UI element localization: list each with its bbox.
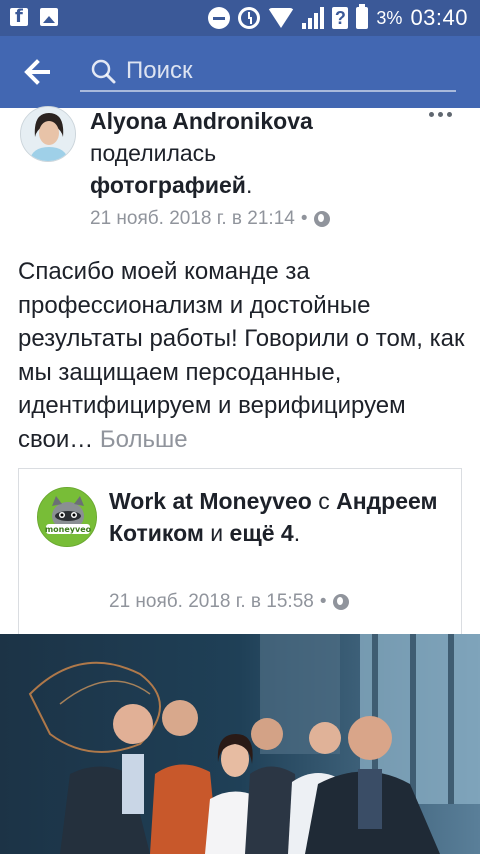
post-meta: 21 нояб. 2018 г. в 21:14 • (90, 208, 330, 230)
team-photo (0, 634, 480, 854)
search-input[interactable] (126, 52, 446, 90)
avatar-photo (21, 107, 75, 161)
post-options-button[interactable] (429, 112, 452, 117)
status-bar: ? 3% 03:40 (0, 0, 480, 36)
author-avatar[interactable] (20, 106, 76, 162)
globe-icon (313, 211, 330, 227)
alarm-icon (238, 7, 261, 29)
facebook-notification-icon (10, 6, 28, 27)
signal-icon (302, 7, 325, 29)
post-timestamp[interactable]: 21 нояб. 2018 г. в 21:14 (90, 208, 295, 230)
search-header (0, 36, 480, 108)
shared-post-card[interactable]: moneyveo Work at Moneyveo с Андреем Коти… (18, 468, 462, 643)
globe-icon (332, 594, 349, 610)
dot-icon (447, 112, 452, 117)
do-not-disturb-icon (208, 7, 231, 29)
battery-percent: 3% (376, 7, 403, 28)
meta-separator: • (319, 591, 327, 612)
action-prefix: поделилась (90, 140, 217, 166)
image-notification-icon (40, 8, 58, 26)
page-logo[interactable]: moneyveo (37, 487, 97, 547)
logo-text: moneyveo (45, 525, 92, 534)
others-link[interactable]: ещё 4 (230, 520, 294, 546)
post-text: Спасибо моей команде за профессионализм … (18, 258, 465, 453)
no-sim-icon: ? (332, 7, 349, 29)
post-photo[interactable] (0, 634, 480, 854)
notification-icons (10, 6, 58, 27)
meta-separator: • (300, 208, 308, 229)
author-name[interactable]: Alyona Andronikova (90, 108, 313, 134)
action-suffix: . (245, 172, 253, 198)
back-arrow-icon (24, 59, 50, 85)
action-object-link[interactable]: фотографией (90, 172, 246, 198)
page-name[interactable]: Work at Moneyveo (109, 488, 312, 514)
wifi-icon (268, 8, 295, 28)
dot-icon (438, 112, 443, 117)
battery-icon (356, 4, 369, 29)
raccoon-logo-icon: moneyveo (38, 488, 96, 546)
post-body: Спасибо моей команде за профессионализм … (18, 255, 468, 456)
period: . (293, 520, 301, 546)
see-more-link[interactable]: Больше (100, 426, 188, 453)
search-box[interactable] (80, 52, 456, 92)
shared-post-meta: 21 нояб. 2018 г. в 15:58 • (109, 591, 349, 613)
search-icon (91, 59, 116, 84)
with-word: с (318, 488, 330, 514)
post-header-text: Alyona Andronikova поделилась фотографие… (90, 105, 420, 201)
dot-icon (429, 112, 434, 117)
clock: 03:40 (410, 5, 468, 30)
shared-timestamp[interactable]: 21 нояб. 2018 г. в 15:58 (109, 591, 314, 613)
back-button[interactable] (20, 54, 56, 90)
system-icons: ? 3% 03:40 (208, 4, 468, 31)
shared-post-header: Work at Moneyveo с Андреем Котиком и ещё… (109, 485, 449, 549)
and-word: и (210, 520, 224, 546)
